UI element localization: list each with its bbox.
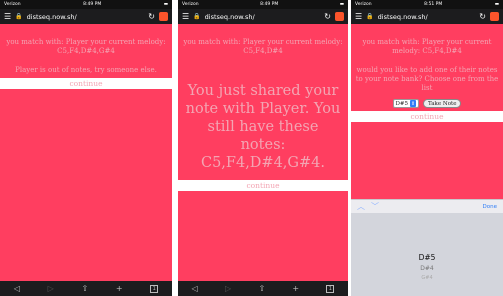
previous-field-icon[interactable]: ︿	[357, 201, 365, 212]
lock-icon: 🔒	[366, 13, 374, 20]
url-text[interactable]: distseq.now.sh/	[378, 13, 476, 21]
carrier-label: Verizon	[182, 2, 199, 7]
shared-note-message: You just shared your note with Player. Y…	[185, 83, 341, 171]
add-note-question: would you like to add one of their notes…	[355, 66, 499, 92]
status-bar: Verizon 8:49 PM ▬	[178, 0, 348, 9]
url-text[interactable]: distseq.now.sh/	[27, 13, 145, 21]
note-select-value: D#5	[395, 100, 409, 107]
status-bar: Verizon 8:51 PM ▬	[351, 0, 503, 9]
reload-icon[interactable]: ↻	[148, 12, 155, 21]
back-icon[interactable]: ◁	[192, 284, 198, 293]
note-picker-wheel[interactable]: D#5 D#4 G#4	[351, 213, 503, 296]
address-bar[interactable]: ☰ 🔒 distseq.now.sh/ ↻	[0, 9, 172, 24]
phone-screen-2: Verizon 8:49 PM ▬ ☰ 🔒 distseq.now.sh/ ↻ …	[178, 0, 348, 296]
tabs-icon[interactable]: 1	[150, 284, 159, 293]
address-bar[interactable]: ☰ 🔒 distseq.now.sh/ ↻	[178, 9, 348, 24]
tabs-icon[interactable]: 1	[326, 284, 335, 293]
phone-screen-3: Verizon 8:51 PM ▬ ☰ 🔒 distseq.now.sh/ ↻ …	[351, 0, 503, 296]
new-tab-icon[interactable]: +	[292, 284, 299, 293]
forward-icon[interactable]: ▷	[225, 284, 231, 293]
battery-icon: ▬	[163, 2, 168, 7]
battery-icon: ▬	[494, 2, 499, 7]
browser-toolbar: ◁ ▷ ⇧ + 1	[0, 281, 172, 296]
picker-option[interactable]: D#5	[351, 253, 503, 262]
address-bar[interactable]: ☰ 🔒 distseq.now.sh/ ↻	[351, 9, 503, 24]
menu-icon[interactable]: ☰	[182, 12, 189, 21]
picker-option[interactable]: D#4	[351, 265, 503, 272]
menu-icon[interactable]: ☰	[355, 12, 362, 21]
time-label: 8:49 PM	[83, 2, 102, 7]
back-icon[interactable]: ◁	[14, 284, 20, 293]
lock-icon: 🔒	[193, 13, 201, 20]
status-bar: Verizon 8:49 PM ▬	[0, 0, 172, 9]
continue-button[interactable]: continue	[351, 111, 503, 122]
match-message: you match with: Player your current melo…	[6, 38, 166, 55]
browser-toolbar: ◁ ▷ ⇧ + 1	[178, 281, 348, 296]
new-tab-icon[interactable]: +	[116, 284, 123, 293]
continue-button[interactable]: continue	[178, 180, 348, 191]
match-message: you match with: Player your current melo…	[183, 38, 343, 55]
done-button[interactable]: Done	[483, 204, 497, 210]
reload-icon[interactable]: ↻	[324, 12, 331, 21]
share-icon[interactable]: ⇧	[258, 284, 265, 293]
brave-shield-icon[interactable]	[335, 12, 344, 21]
battery-icon: ▬	[339, 2, 344, 7]
lock-icon: 🔒	[15, 13, 23, 20]
out-of-notes-message: Player is out of notes, try someone else…	[15, 66, 157, 74]
url-text[interactable]: distseq.now.sh/	[205, 13, 321, 21]
note-select[interactable]: D#5 ⇕	[392, 99, 420, 108]
time-label: 8:49 PM	[260, 2, 279, 7]
picker-option[interactable]: G#4	[351, 275, 503, 281]
match-message: you match with: Player your current melo…	[362, 38, 492, 55]
continue-button[interactable]: continue	[0, 78, 172, 89]
forward-icon[interactable]: ▷	[48, 284, 54, 293]
share-icon[interactable]: ⇧	[81, 284, 88, 293]
carrier-label: Verizon	[355, 2, 372, 7]
carrier-label: Verizon	[4, 2, 21, 7]
select-arrow-icon: ⇕	[410, 100, 417, 107]
phone-screen-1: Verizon 8:49 PM ▬ ☰ 🔒 distseq.now.sh/ ↻ …	[0, 0, 172, 296]
brave-shield-icon[interactable]	[490, 12, 499, 21]
time-label: 8:51 PM	[424, 2, 443, 7]
brave-shield-icon[interactable]	[159, 12, 168, 21]
next-field-icon[interactable]: ﹀	[371, 201, 379, 212]
reload-icon[interactable]: ↻	[479, 12, 486, 21]
keyboard-accessory-bar: ︿ ﹀ Done	[351, 199, 503, 213]
menu-icon[interactable]: ☰	[4, 12, 11, 21]
take-note-button[interactable]: Take Note	[423, 99, 462, 108]
